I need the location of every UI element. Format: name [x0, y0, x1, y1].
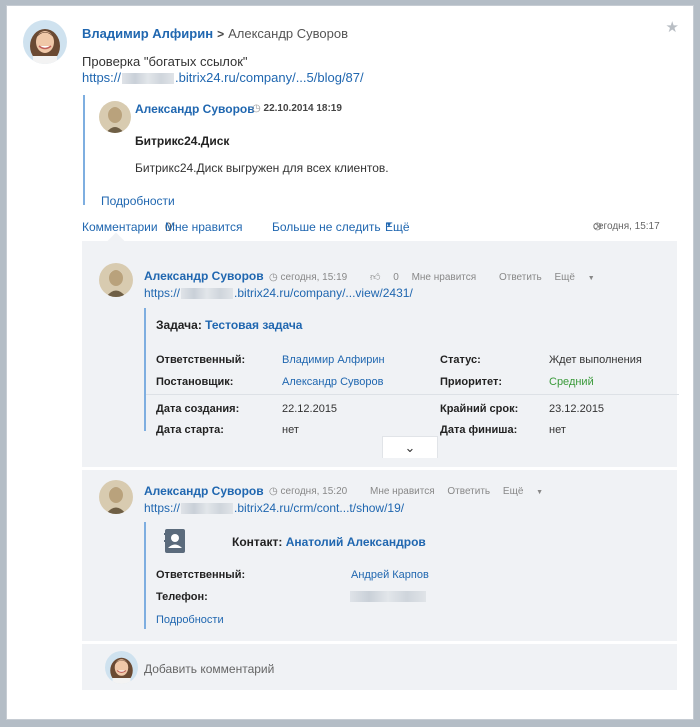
author-avatar[interactable] [23, 20, 67, 64]
contact-label-text: Контакт: [232, 535, 283, 549]
unfollow-button[interactable]: Больше не следить [272, 220, 381, 234]
like-label[interactable]: Мне нравится [165, 220, 243, 234]
contact-preview: Контакт: Анатолий Александров Ответствен… [144, 522, 677, 629]
contact-more-link[interactable]: Подробности [156, 614, 224, 626]
rich-link-preview: Александр Суворов ◷ 22.10.2014 18:19 Бит… [83, 95, 673, 208]
creator-label: Постановщик: [156, 376, 234, 388]
comment-link-prefix[interactable]: https:// [144, 501, 180, 515]
post-link-suffix[interactable]: .bitrix24.ru/company/...5/blog/87/ [175, 70, 364, 85]
comment-item: Александр Суворов ◷ сегодня, 15:20 Мне н… [82, 470, 677, 640]
comment-time: ◷ сегодня, 15:19 [269, 272, 348, 283]
post-title: Проверка "богатых ссылок" [82, 54, 248, 69]
start-value: нет [282, 424, 299, 436]
start-label: Дата старта: [156, 424, 224, 436]
comments-panel: Александр Суворов ◷ сегодня, 15:19 👍︎ 0 … [82, 232, 679, 690]
task-name-link[interactable]: Тестовая задача [205, 318, 302, 332]
comment-link-suffix[interactable]: .bitrix24.ru/crm/cont...t/show/19/ [234, 501, 404, 515]
post-header: Владимир Алфирин > Александр Суворов [82, 26, 348, 41]
comment-link-prefix[interactable]: https:// [144, 286, 180, 300]
comment-author[interactable]: Александр Суворов [144, 269, 264, 283]
quote-date-value: 22.10.2014 18:19 [263, 103, 342, 114]
status-label: Статус: [440, 354, 481, 366]
quote-more-link[interactable]: Подробности [101, 194, 175, 208]
task-divider [146, 394, 679, 395]
comment-meta: ◷ сегодня, 15:19 👍︎ 0 Мне нравится Ответ… [269, 271, 615, 283]
comment-more-button[interactable]: Ещё ▼ [503, 486, 553, 497]
created-value: 22.12.2015 [282, 403, 338, 415]
contact-label: Контакт: Анатолий Александров [232, 535, 426, 549]
clock-icon: ◷ [252, 103, 261, 114]
comment-avatar[interactable] [99, 263, 133, 297]
task-label: Задача: Тестовая задача [156, 318, 302, 332]
comment-reply-button[interactable]: Ответить [499, 272, 542, 283]
comment-time-value: сегодня, 15:20 [280, 486, 348, 497]
comments-button[interactable]: Комментарии [82, 220, 158, 234]
blurred-phone [350, 591, 426, 602]
comment-separator [82, 641, 677, 644]
comment-meta: ◷ сегодня, 15:20 Мне нравится Ответить Е… [269, 486, 563, 497]
created-label: Дата создания: [156, 403, 240, 415]
comment-item: Александр Суворов ◷ сегодня, 15:19 👍︎ 0 … [82, 241, 679, 466]
comment-reply-button[interactable]: Ответить [447, 486, 490, 497]
deadline-label: Крайний срок: [440, 403, 519, 415]
current-user-avatar [105, 651, 138, 684]
creator-value[interactable]: Александр Суворов [282, 376, 383, 388]
post-link-prefix[interactable]: https:// [82, 70, 121, 85]
comment-link[interactable]: https:// .bitrix24.ru/crm/cont...t/show/1… [144, 501, 404, 515]
quote-body: Битрикс24.Диск выгружен для всех клиенто… [135, 161, 389, 175]
priority-label: Приоритет: [440, 376, 502, 388]
caret-down-icon: ▼ [385, 220, 393, 229]
contact-responsible-value[interactable]: Андрей Карпов [351, 569, 429, 581]
thumbs-up-icon: 👍︎ [369, 272, 381, 283]
deadline-value: 23.12.2015 [549, 403, 605, 415]
finish-label: Дата финиша: [440, 424, 518, 436]
contact-name-link[interactable]: Анатолий Александров [286, 535, 426, 549]
task-preview: Задача: Тестовая задача Ответственный: В… [144, 308, 679, 436]
comment-like-label[interactable]: Мне нравится [412, 272, 477, 283]
task-label-text: Задача: [156, 318, 202, 332]
comment-like-label[interactable]: Мне нравится [370, 486, 435, 497]
post-card: ★ Владимир Алфирин > Александр Суворов Про… [6, 5, 694, 720]
expand-chevron-down-icon[interactable]: ⌄ [382, 436, 438, 458]
comment-like-count: 0 [393, 272, 399, 283]
quote-author[interactable]: Александр Суворов [135, 102, 255, 116]
blurred-domain [122, 73, 175, 85]
comment-more-label[interactable]: Ещё [503, 486, 523, 497]
priority-value: Средний [549, 376, 594, 388]
contact-card-icon [164, 528, 186, 554]
favorite-star-icon[interactable]: ★ [666, 18, 679, 36]
blurred-domain [181, 503, 234, 515]
status-value: Ждет выполнения [549, 354, 642, 366]
caret-down-icon: ▼ [587, 275, 595, 282]
quote-author-avatar[interactable] [99, 101, 131, 133]
comment-time: ◷ сегодня, 15:20 [269, 486, 348, 497]
post-link[interactable]: https:// .bitrix24.ru/company/...5/blog/8… [82, 70, 364, 85]
comment-more-label[interactable]: Ещё [555, 272, 575, 283]
comment-more-button[interactable]: Ещё ▼ [555, 272, 605, 283]
post-time-value: сегодня, 15:17 [593, 221, 660, 232]
chevron-right-icon: > [217, 27, 225, 41]
post-recipient[interactable]: Александр Суворов [228, 26, 348, 41]
post-author-link[interactable]: Владимир Алфирин [82, 26, 213, 41]
quote-date: ◷ 22.10.2014 18:19 [252, 103, 342, 114]
finish-value: нет [549, 424, 566, 436]
comment-like[interactable]: 👍︎ 0 Мне нравится [370, 272, 486, 283]
comment-author[interactable]: Александр Суворов [144, 484, 264, 498]
responsible-label: Ответственный: [156, 354, 246, 366]
caret-down-icon: ▼ [536, 489, 544, 496]
phone-label: Телефон: [156, 591, 208, 603]
comment-link[interactable]: https:// .bitrix24.ru/company/...view/243… [144, 286, 413, 300]
quote-title: Битрикс24.Диск [135, 134, 230, 148]
responsible-value[interactable]: Владимир Алфирин [282, 354, 385, 366]
contact-responsible-label: Ответственный: [156, 569, 246, 581]
comment-time-value: сегодня, 15:19 [280, 272, 348, 283]
blurred-domain [181, 288, 234, 300]
comment-avatar[interactable] [99, 480, 133, 514]
add-comment-input[interactable]: Добавить комментарий [144, 662, 274, 676]
comment-link-suffix[interactable]: .bitrix24.ru/company/...view/2431/ [234, 286, 413, 300]
